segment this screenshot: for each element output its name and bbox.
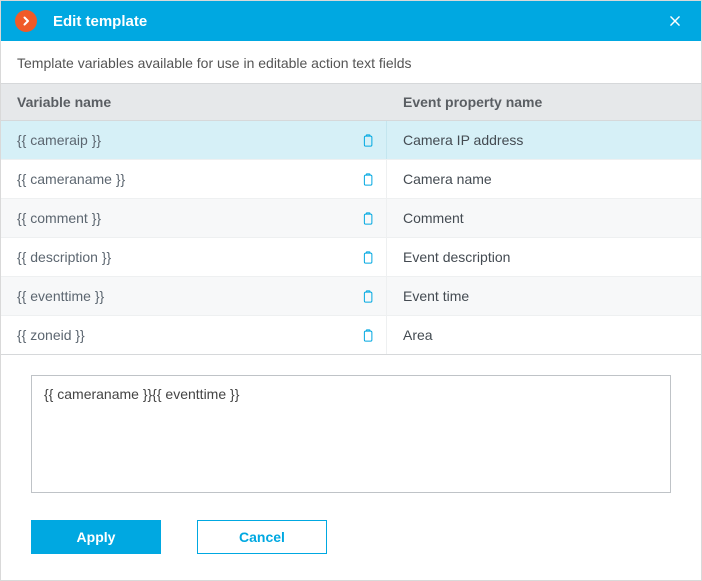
table-row[interactable]: {{ zoneid }} Area xyxy=(1,316,701,355)
variable-name: {{ zoneid }} xyxy=(17,327,85,343)
variable-name: {{ cameraip }} xyxy=(17,132,101,148)
variable-name: {{ cameraname }} xyxy=(17,171,125,187)
apply-button[interactable]: Apply xyxy=(31,520,161,554)
copy-button[interactable] xyxy=(358,209,376,227)
copy-button[interactable] xyxy=(358,326,376,344)
table-row[interactable]: {{ eventtime }} Event time xyxy=(1,277,701,316)
table-row[interactable]: {{ cameraip }} Camera IP address xyxy=(1,121,701,160)
property-name: Event description xyxy=(386,238,701,276)
cancel-button[interactable]: Cancel xyxy=(197,520,327,554)
clipboard-icon xyxy=(360,133,375,148)
clipboard-icon xyxy=(360,289,375,304)
chevron-right-icon xyxy=(15,10,37,32)
titlebar: Edit template xyxy=(1,1,701,41)
table-header: Variable name Event property name xyxy=(1,83,701,121)
property-name: Event time xyxy=(386,277,701,315)
variable-name: {{ comment }} xyxy=(17,210,101,226)
property-name: Comment xyxy=(386,199,701,237)
edit-template-dialog: Edit template Template variables availab… xyxy=(0,0,702,581)
copy-button[interactable] xyxy=(358,248,376,266)
table-row[interactable]: {{ comment }} Comment xyxy=(1,199,701,238)
close-icon xyxy=(668,14,682,28)
copy-button[interactable] xyxy=(358,287,376,305)
subheader-text: Template variables available for use in … xyxy=(1,41,701,83)
copy-button[interactable] xyxy=(358,170,376,188)
variables-table: Variable name Event property name {{ cam… xyxy=(1,83,701,355)
close-button[interactable] xyxy=(663,9,687,33)
clipboard-icon xyxy=(360,328,375,343)
property-name: Camera name xyxy=(386,160,701,198)
copy-button[interactable] xyxy=(358,131,376,149)
editor-area xyxy=(1,355,701,496)
column-header-variable: Variable name xyxy=(1,84,386,120)
dialog-title: Edit template xyxy=(53,13,663,30)
clipboard-icon xyxy=(360,172,375,187)
button-row: Apply Cancel xyxy=(1,496,701,580)
clipboard-icon xyxy=(360,211,375,226)
property-name: Area xyxy=(386,316,701,354)
property-name: Camera IP address xyxy=(386,121,701,159)
column-header-property: Event property name xyxy=(386,84,701,120)
variable-name: {{ eventtime }} xyxy=(17,288,104,304)
clipboard-icon xyxy=(360,250,375,265)
variable-name: {{ description }} xyxy=(17,249,111,265)
template-editor[interactable] xyxy=(31,375,671,493)
table-row[interactable]: {{ description }} Event description xyxy=(1,238,701,277)
table-row[interactable]: {{ cameraname }} Camera name xyxy=(1,160,701,199)
